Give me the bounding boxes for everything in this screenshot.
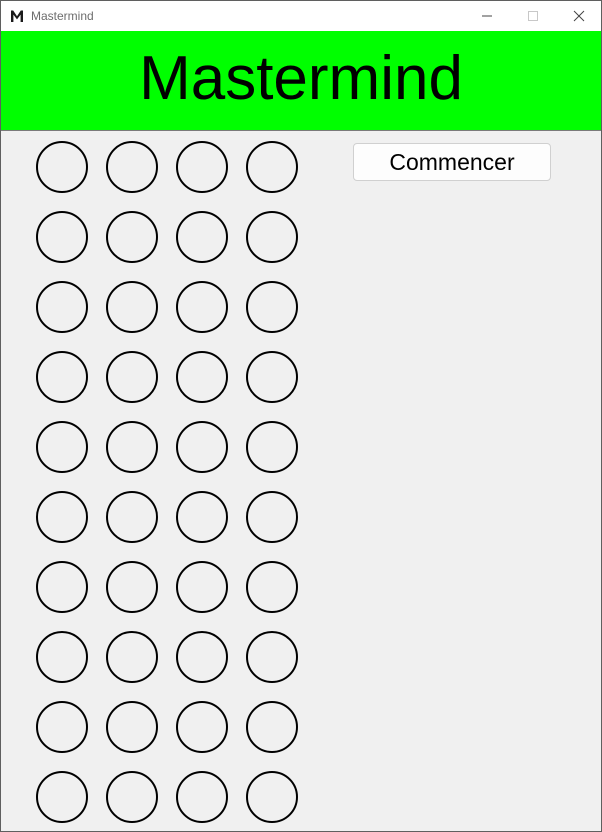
peg-slot[interactable]	[36, 211, 88, 263]
peg-slot[interactable]	[36, 421, 88, 473]
minimize-button[interactable]	[464, 1, 510, 31]
peg-slot[interactable]	[36, 631, 88, 683]
peg-slot[interactable]	[36, 351, 88, 403]
guess-row	[36, 491, 299, 543]
peg-slot[interactable]	[246, 561, 298, 613]
peg-slot[interactable]	[36, 491, 88, 543]
peg-slot[interactable]	[36, 771, 88, 823]
close-button[interactable]	[556, 1, 601, 31]
peg-slot[interactable]	[106, 351, 158, 403]
peg-slot[interactable]	[176, 701, 228, 753]
peg-slot[interactable]	[36, 141, 88, 193]
peg-slot[interactable]	[246, 771, 298, 823]
peg-slot[interactable]	[176, 351, 228, 403]
window-title: Mastermind	[31, 9, 94, 23]
maximize-button[interactable]	[510, 1, 556, 31]
guess-row	[36, 561, 299, 613]
peg-slot[interactable]	[176, 281, 228, 333]
peg-slot[interactable]	[176, 421, 228, 473]
peg-slot[interactable]	[106, 701, 158, 753]
guess-board	[36, 141, 299, 823]
peg-slot[interactable]	[106, 491, 158, 543]
peg-slot[interactable]	[176, 631, 228, 683]
guess-row	[36, 701, 299, 753]
maximize-icon	[528, 11, 538, 21]
header-banner: Mastermind	[1, 31, 601, 131]
peg-slot[interactable]	[106, 561, 158, 613]
guess-row	[36, 281, 299, 333]
mastermind-m-icon	[11, 10, 23, 22]
guess-row	[36, 421, 299, 473]
guess-row	[36, 771, 299, 823]
peg-slot[interactable]	[176, 211, 228, 263]
guess-row	[36, 351, 299, 403]
peg-slot[interactable]	[106, 421, 158, 473]
peg-slot[interactable]	[106, 771, 158, 823]
peg-slot[interactable]	[36, 561, 88, 613]
title-bar[interactable]: Mastermind	[1, 1, 601, 31]
peg-slot[interactable]	[246, 281, 298, 333]
peg-slot[interactable]	[246, 421, 298, 473]
guess-row	[36, 631, 299, 683]
peg-slot[interactable]	[176, 491, 228, 543]
peg-slot[interactable]	[176, 141, 228, 193]
minimize-icon	[482, 15, 492, 17]
close-icon	[573, 10, 585, 22]
page-title: Mastermind	[139, 43, 463, 113]
guess-row	[36, 141, 299, 193]
peg-slot[interactable]	[36, 701, 88, 753]
app-window: Mastermind Mastermind Commencer	[0, 0, 602, 832]
peg-slot[interactable]	[176, 771, 228, 823]
start-button[interactable]: Commencer	[353, 143, 551, 181]
peg-slot[interactable]	[246, 701, 298, 753]
peg-slot[interactable]	[106, 631, 158, 683]
peg-slot[interactable]	[106, 141, 158, 193]
guess-row	[36, 211, 299, 263]
peg-slot[interactable]	[36, 281, 88, 333]
peg-slot[interactable]	[246, 351, 298, 403]
peg-slot[interactable]	[246, 211, 298, 263]
peg-slot[interactable]	[246, 141, 298, 193]
peg-slot[interactable]	[106, 281, 158, 333]
peg-slot[interactable]	[246, 491, 298, 543]
peg-slot[interactable]	[246, 631, 298, 683]
peg-slot[interactable]	[106, 211, 158, 263]
peg-slot[interactable]	[176, 561, 228, 613]
